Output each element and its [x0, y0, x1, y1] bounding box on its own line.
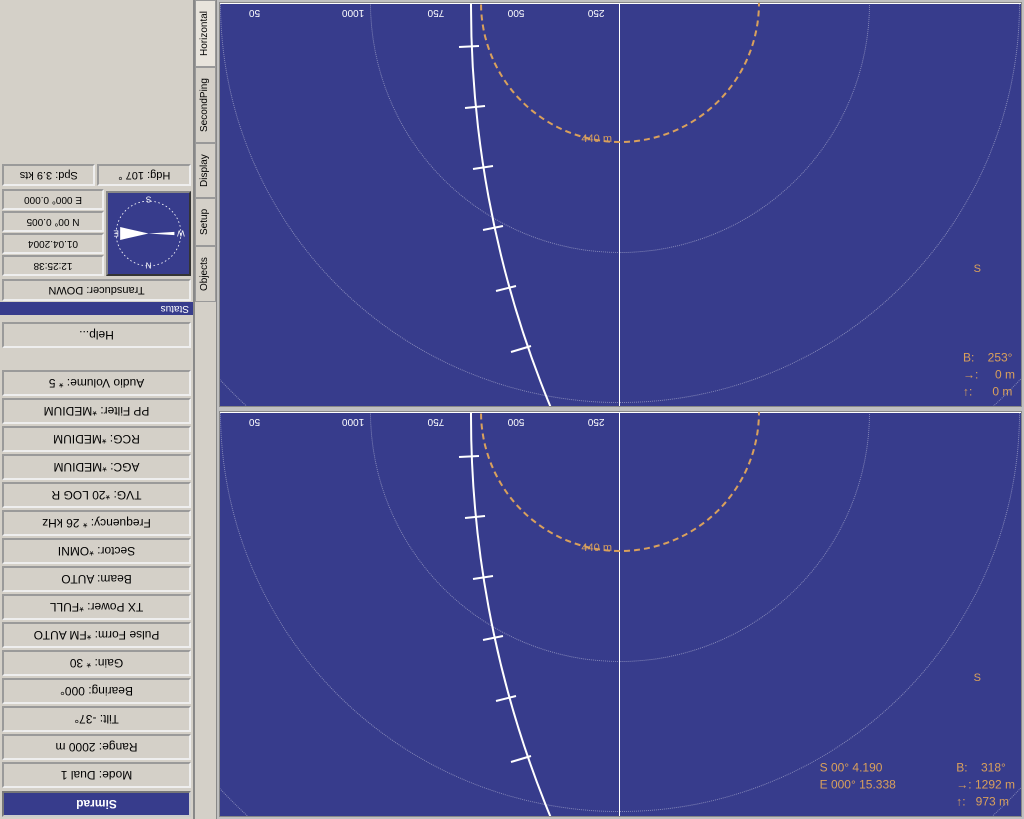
help-button[interactable]: Help... [2, 322, 191, 348]
sonar-panel-upper[interactable]: 440 m S S 00° 4.19 [219, 412, 1022, 818]
b-label: B: [963, 351, 974, 365]
sector-button[interactable]: Sector: *OMNI [2, 538, 191, 564]
lon-status: E 000° 0.000 [2, 189, 104, 210]
gain-button[interactable]: Gain: * 30 [2, 650, 191, 676]
bearing-scale [220, 413, 1021, 817]
up-value: 0 m [992, 385, 1012, 399]
tab-secondping[interactable]: SecondPing [195, 67, 216, 143]
bearing-s-marker: S [974, 263, 981, 275]
b-value: 253° [988, 351, 1013, 365]
sonar-panel-lower[interactable]: 440 m S B: 253° →: [219, 2, 1022, 408]
up-label: ↑: [963, 385, 972, 399]
sonar-views: 440 m S S 00° 4.19 [217, 0, 1024, 819]
lat-status: N 00° 0.005 [2, 211, 104, 232]
rcg-button[interactable]: RCG: *MEDIUM [2, 426, 191, 452]
pulse-form-button[interactable]: Pulse Form: *FM AUTO [2, 622, 191, 648]
compass-n-icon: N [145, 261, 151, 270]
arrow-value: 1292 m [975, 777, 1015, 791]
control-sidebar: Simrad Mode: Dual 1 Range: 2000 m Tilt: … [0, 0, 195, 819]
lon-readout: E 000° 15.338 [820, 776, 950, 793]
up-label: ↑: [956, 794, 965, 808]
tab-setup[interactable]: Setup [195, 198, 216, 246]
tvg-button[interactable]: TVG: *20 LOG R [2, 482, 191, 508]
compass-e-icon: E [113, 228, 119, 237]
transducer-status[interactable]: Transducer: DOWN [2, 279, 191, 301]
tab-horizontal[interactable]: Horizontal [195, 0, 216, 67]
b-value: 318° [981, 761, 1006, 775]
compass-s-icon: S [145, 194, 151, 203]
range-button[interactable]: Range: 2000 m [2, 734, 191, 760]
compass-needle-icon [120, 227, 148, 240]
range-ruler: 250 500 750 1000 50 [220, 413, 1021, 428]
beam-button[interactable]: Beam: AUTO [2, 566, 191, 592]
bearing-scale [220, 3, 1021, 407]
pp-filter-button[interactable]: PP Filter: *MEDIUM [2, 398, 191, 424]
bearing-button[interactable]: Bearing: 000° [2, 678, 191, 704]
compass-w-icon: W [177, 228, 185, 237]
tilt-button[interactable]: Tilt: -37° [2, 706, 191, 732]
heading-status: Hdg: 107 ° [98, 164, 192, 186]
readout-panel: B: 253° →: 0 m ↑: 0 m [963, 350, 1015, 400]
readout-panel: S 00° 4.190 B: 318° E 000° 15.338 →: 129… [820, 760, 1015, 810]
up-value: 973 m [976, 794, 1009, 808]
tab-display[interactable]: Display [195, 143, 216, 198]
time-readout: 12:25:38 [2, 255, 104, 276]
lat-readout: S 00° 4.190 [820, 760, 950, 777]
speed-status: Spd: 3.9 kts [2, 164, 96, 186]
audio-volume-button[interactable]: Audio Volume: * 5 [2, 370, 191, 396]
frequency-button[interactable]: Frequency: * 26 kHz [2, 510, 191, 536]
tx-power-button[interactable]: TX Power: *FULL [2, 594, 191, 620]
date-readout: 01.04.2004 [2, 233, 104, 254]
vertical-tabs: Objects Setup Display SecondPing Horizon… [195, 0, 217, 819]
agc-button[interactable]: AGC: *MEDIUM [2, 454, 191, 480]
range-ruler: 250 500 750 1000 50 [220, 3, 1021, 18]
status-header: Status [0, 302, 193, 315]
compass: N S E W [106, 191, 191, 276]
b-label: B: [956, 761, 967, 775]
brand-header[interactable]: Simrad [2, 791, 191, 817]
arrow-label: →: [963, 368, 978, 382]
arrow-value: 0 m [995, 368, 1015, 382]
bearing-s-marker: S [974, 673, 981, 685]
arrow-label: →: [956, 777, 971, 791]
mode-button[interactable]: Mode: Dual 1 [2, 762, 191, 788]
tab-objects[interactable]: Objects [195, 246, 216, 302]
